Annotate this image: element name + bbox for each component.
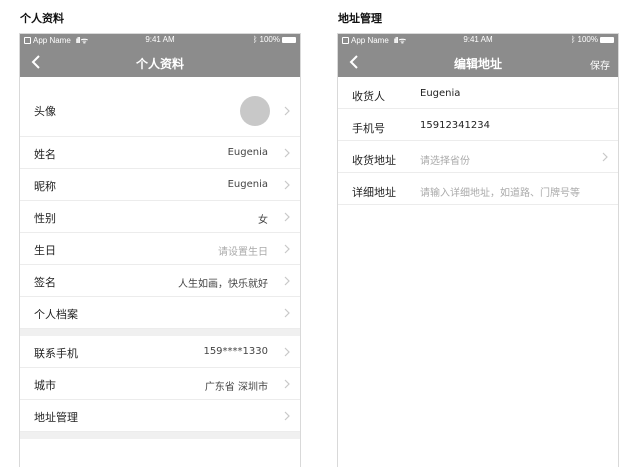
address-field-row[interactable]: 收货人 Eugenia	[338, 77, 618, 109]
chevron-right-icon	[284, 244, 290, 254]
row-value: 159****1330	[203, 346, 268, 357]
row-label: 性别	[34, 212, 56, 225]
field-value[interactable]: 请选择省份	[420, 152, 470, 167]
chevron-right-icon	[284, 347, 290, 357]
group-divider	[20, 329, 300, 336]
profile-row[interactable]: 地址管理	[20, 400, 300, 432]
bluetooth-icon: ᛒ	[570, 35, 576, 44]
field-label: 手机号	[352, 122, 385, 135]
battery-percent: 100%	[577, 35, 598, 44]
row-value: 人生如画，快乐就好	[178, 279, 268, 290]
nav-title: 个人资料	[135, 57, 184, 71]
row-label: 地址管理	[34, 411, 78, 424]
row-label: 个人档案	[34, 308, 78, 321]
profile-phone-screen: App Name ıll ᯤ 9:41 AM ᛒ 100% 个人资料 头像 姓名…	[19, 33, 301, 467]
battery-icon	[600, 36, 614, 43]
field-label: 收货人	[352, 90, 385, 103]
profile-row[interactable]: 个人档案	[20, 297, 300, 329]
profile-row[interactable]: 联系手机 159****1330	[20, 336, 300, 368]
row-label: 联系手机	[34, 347, 78, 360]
address-field-row[interactable]: 详细地址 请输入详细地址，如道路、门牌号等	[338, 173, 618, 205]
avatar-label: 头像	[34, 105, 56, 118]
nav-bar: 编辑地址 保存	[338, 47, 618, 77]
avatar[interactable]	[240, 96, 270, 126]
top-spacer	[20, 77, 300, 87]
row-label: 生日	[34, 244, 56, 257]
profile-row[interactable]: 城市 广东省 深圳市	[20, 368, 300, 400]
row-value: 女	[258, 215, 268, 226]
profile-row[interactable]: 性别 女	[20, 201, 300, 233]
field-value[interactable]: Eugenia	[420, 88, 460, 99]
battery-icon	[282, 36, 296, 43]
row-value: 广东省 深圳市	[204, 382, 268, 393]
chevron-right-icon	[284, 276, 290, 286]
row-label: 签名	[34, 276, 56, 289]
row-label: 昵称	[34, 180, 56, 193]
battery-percent: 100%	[259, 35, 280, 44]
status-bar: App Name ıll ᯤ 9:41 AM ᛒ 100%	[338, 34, 618, 47]
profile-row[interactable]: 生日 请设置生日	[20, 233, 300, 265]
field-label: 收货地址	[352, 154, 396, 167]
bluetooth-icon: ᛒ	[252, 35, 258, 44]
field-value[interactable]: 请输入详细地址，如道路、门牌号等	[420, 184, 580, 199]
row-value: Eugenia	[227, 179, 268, 190]
chevron-right-icon	[284, 212, 290, 222]
save-button[interactable]: 保存	[590, 57, 610, 72]
section-title-address: 地址管理	[338, 12, 382, 25]
address-field-row[interactable]: 收货地址 请选择省份	[338, 141, 618, 173]
profile-row[interactable]: 姓名 Eugenia	[20, 137, 300, 169]
row-value: Eugenia	[227, 147, 268, 158]
chevron-right-icon	[284, 308, 290, 318]
profile-row[interactable]: 昵称 Eugenia	[20, 169, 300, 201]
field-value[interactable]: 15912341234	[420, 120, 490, 131]
row-label: 城市	[34, 379, 56, 392]
battery: ᛒ 100%	[253, 35, 296, 44]
avatar-row[interactable]: 头像	[20, 87, 300, 137]
group-divider	[20, 432, 300, 439]
chevron-right-icon	[602, 152, 608, 162]
field-label: 详细地址	[352, 186, 396, 199]
chevron-right-icon	[284, 148, 290, 158]
nav-bar: 个人资料	[20, 47, 300, 77]
address-field-row[interactable]: 手机号 15912341234	[338, 109, 618, 141]
status-bar: App Name ıll ᯤ 9:41 AM ᛒ 100%	[20, 34, 300, 47]
chevron-right-icon	[284, 180, 290, 190]
chevron-right-icon	[284, 106, 290, 116]
row-value: 请设置生日	[218, 247, 268, 258]
address-phone-screen: App Name ıll ᯤ 9:41 AM ᛒ 100% 编辑地址 保存 收货…	[337, 33, 619, 467]
nav-title: 编辑地址	[453, 57, 502, 71]
battery: ᛒ 100%	[571, 35, 614, 44]
chevron-right-icon	[284, 411, 290, 421]
section-title-profile: 个人资料	[20, 12, 64, 25]
profile-row[interactable]: 签名 人生如画，快乐就好	[20, 265, 300, 297]
row-label: 姓名	[34, 148, 56, 161]
chevron-right-icon	[284, 379, 290, 389]
